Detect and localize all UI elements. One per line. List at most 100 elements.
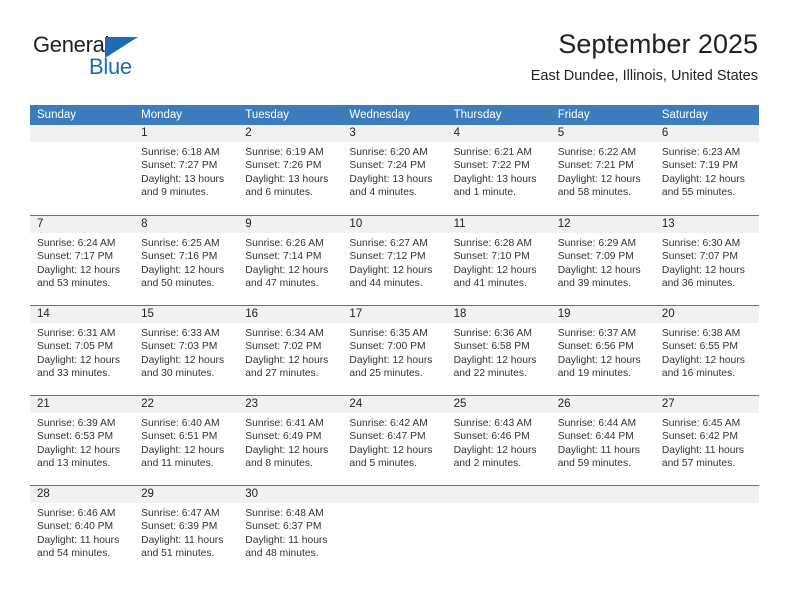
daylight-text-line1: Daylight: 12 hours [141, 354, 225, 366]
daylight-text-line1: Daylight: 11 hours [37, 534, 120, 546]
page-title: September 2025 [558, 29, 758, 59]
calendar-day-cell-empty [342, 486, 447, 575]
calendar-day-cell[interactable]: 4 Sunrise: 6:21 AM Sunset: 7:22 PM Daylight… [446, 125, 551, 215]
day-number: 26 [557, 398, 571, 410]
daylight-text-line2: and 33 minutes. [37, 368, 111, 380]
daylight-text-line2: and 54 minutes. [37, 548, 111, 560]
calendar-day-cell[interactable]: 13 Sunrise: 6:30 AM Sunset: 7:07 PM Dayligh… [654, 216, 759, 305]
day-details: Sunrise: 6:20 AM Sunset: 7:24 PM Daylight:… [342, 142, 446, 200]
sunset-text: Sunset: 6:42 PM [661, 431, 738, 443]
page-subtitle-location: East Dundee, Illinois, United States [530, 68, 758, 84]
sunset-text: Sunset: 6:37 PM [245, 521, 322, 533]
day-number-band: 20 [654, 306, 759, 323]
calendar-day-cell[interactable]: 1 Sunrise: 6:18 AM Sunset: 7:27 PM Daylight… [134, 125, 239, 215]
day-details: Sunrise: 6:18 AM Sunset: 7:27 PM Daylight:… [134, 142, 238, 200]
calendar-day-cell[interactable]: 27 Sunrise: 6:45 AM Sunset: 6:42 PM Dayligh… [654, 396, 759, 485]
calendar-day-cell[interactable]: 7 Sunrise: 6:24 AM Sunset: 7:17 PM Daylight… [30, 216, 135, 305]
calendar-day-cell[interactable]: 18 Sunrise: 6:36 AM Sunset: 6:58 PM Dayligh… [446, 306, 551, 395]
day-number: 13 [661, 218, 675, 230]
calendar-day-cell[interactable]: 21 Sunrise: 6:39 AM Sunset: 6:53 PM Dayligh… [30, 396, 135, 485]
day-details: Sunrise: 6:44 AM Sunset: 6:44 PM Daylight:… [551, 413, 655, 471]
calendar-day-cell[interactable]: 25 Sunrise: 6:43 AM Sunset: 6:46 PM Dayligh… [446, 396, 551, 485]
day-number: 11 [453, 218, 466, 230]
daylight-text-line2: and 55 minutes. [661, 187, 736, 199]
day-number-band: 23 [238, 396, 343, 413]
daylight-text-line1: Daylight: 12 hours [245, 264, 329, 276]
day-number: 15 [141, 308, 154, 320]
general-blue-logo[interactable]: General Blue [33, 33, 153, 79]
calendar-day-cell[interactable]: 10 Sunrise: 6:27 AM Sunset: 7:12 PM Dayligh… [342, 216, 447, 305]
calendar-day-cell[interactable]: 2 Sunrise: 6:19 AM Sunset: 7:26 PM Daylight… [238, 125, 343, 215]
day-number-band: 16 [238, 306, 343, 323]
day-details: Sunrise: 6:30 AM Sunset: 7:07 PM Daylight:… [655, 233, 759, 291]
day-number: 2 [245, 127, 252, 139]
day-number-band: 29 [134, 486, 239, 503]
sunset-text: Sunset: 7:05 PM [37, 341, 114, 353]
sunset-text: Sunset: 6:40 PM [37, 521, 114, 533]
calendar-day-cell[interactable]: 11 Sunrise: 6:28 AM Sunset: 7:10 PM Dayligh… [446, 216, 551, 305]
weekday-header-saturday: Saturday [661, 109, 708, 121]
calendar-day-cell[interactable]: 8 Sunrise: 6:25 AM Sunset: 7:16 PM Daylight… [134, 216, 239, 305]
daylight-text-line1: Daylight: 12 hours [37, 444, 120, 456]
day-details: Sunrise: 6:28 AM Sunset: 7:10 PM Daylight:… [447, 233, 551, 291]
daylight-text-line2: and 4 minutes. [349, 187, 417, 199]
calendar-week-inner: 21 Sunrise: 6:39 AM Sunset: 6:53 PM Dayligh… [30, 396, 759, 485]
day-number: 27 [661, 398, 675, 410]
daylight-text-line1: Daylight: 13 hours [349, 173, 433, 185]
day-number: 10 [349, 218, 363, 230]
sunrise-text: Sunrise: 6:34 AM [245, 328, 324, 339]
sunrise-text: Sunrise: 6:21 AM [453, 147, 532, 158]
sunset-text: Sunset: 7:14 PM [245, 251, 322, 263]
day-number-band: 8 [134, 216, 239, 233]
calendar-day-cell[interactable]: 26 Sunrise: 6:44 AM Sunset: 6:44 PM Dayligh… [550, 396, 655, 485]
sunrise-text: Sunrise: 6:48 AM [245, 508, 324, 519]
day-number-band: 21 [30, 396, 135, 413]
calendar-day-cell[interactable]: 17 Sunrise: 6:35 AM Sunset: 7:00 PM Dayligh… [342, 306, 447, 395]
day-number-band: 26 [550, 396, 655, 413]
day-number: 22 [141, 398, 154, 410]
calendar-day-cell[interactable]: 24 Sunrise: 6:42 AM Sunset: 6:47 PM Dayligh… [342, 396, 447, 485]
calendar-day-cell[interactable]: 19 Sunrise: 6:37 AM Sunset: 6:56 PM Dayligh… [550, 306, 655, 395]
calendar-day-cell[interactable]: 6 Sunrise: 6:23 AM Sunset: 7:19 PM Daylight… [654, 125, 759, 215]
calendar-day-cell[interactable]: 5 Sunrise: 6:22 AM Sunset: 7:21 PM Daylight… [550, 125, 655, 215]
calendar-day-cell[interactable]: 15 Sunrise: 6:33 AM Sunset: 7:03 PM Dayligh… [134, 306, 239, 395]
day-number-band: 4 [446, 125, 551, 142]
day-number: 21 [37, 398, 50, 410]
calendar-day-cell[interactable]: 14 Sunrise: 6:31 AM Sunset: 7:05 PM Dayligh… [30, 306, 135, 395]
calendar-day-cell[interactable]: 9 Sunrise: 6:26 AM Sunset: 7:14 PM Daylight… [238, 216, 343, 305]
day-details: Sunrise: 6:43 AM Sunset: 6:46 PM Daylight:… [447, 413, 551, 471]
calendar-day-cell[interactable]: 28 Sunrise: 6:46 AM Sunset: 6:40 PM Dayligh… [30, 486, 135, 575]
sunset-text: Sunset: 7:27 PM [141, 160, 218, 172]
calendar-day-cell[interactable]: 3 Sunrise: 6:20 AM Sunset: 7:24 PM Daylight… [342, 125, 447, 215]
day-number-band: 30 [238, 486, 343, 503]
daylight-text-line2: and 39 minutes. [557, 278, 631, 290]
day-number-band [30, 125, 135, 142]
logo-text-blue: Blue [89, 54, 132, 79]
daylight-text-line2: and 47 minutes. [245, 278, 319, 290]
daylight-text-line1: Daylight: 11 hours [661, 444, 745, 456]
day-details: Sunrise: 6:33 AM Sunset: 7:03 PM Daylight:… [134, 323, 238, 381]
calendar-day-cell-empty [30, 125, 135, 215]
calendar-day-cell[interactable]: 12 Sunrise: 6:29 AM Sunset: 7:09 PM Dayligh… [550, 216, 655, 305]
sunrise-text: Sunrise: 6:44 AM [557, 418, 637, 429]
day-details: Sunrise: 6:47 AM Sunset: 6:39 PM Daylight:… [134, 503, 238, 561]
calendar-day-cell[interactable]: 16 Sunrise: 6:34 AM Sunset: 7:02 PM Dayligh… [238, 306, 343, 395]
calendar-day-cell[interactable]: 20 Sunrise: 6:38 AM Sunset: 6:55 PM Dayligh… [654, 306, 759, 395]
sunrise-text: Sunrise: 6:47 AM [141, 508, 220, 519]
calendar-day-cell[interactable]: 22 Sunrise: 6:40 AM Sunset: 6:51 PM Dayligh… [134, 396, 239, 485]
sunset-text: Sunset: 6:58 PM [453, 341, 530, 353]
calendar-day-cell[interactable]: 30 Sunrise: 6:48 AM Sunset: 6:37 PM Dayligh… [238, 486, 343, 575]
day-number: 1 [141, 127, 148, 139]
day-number: 5 [557, 127, 565, 139]
day-number: 17 [349, 308, 363, 320]
day-details: Sunrise: 6:26 AM Sunset: 7:14 PM Daylight:… [238, 233, 342, 291]
daylight-text-line1: Daylight: 12 hours [349, 354, 433, 366]
day-details: Sunrise: 6:35 AM Sunset: 7:00 PM Daylight:… [342, 323, 446, 381]
calendar-day-cell[interactable]: 29 Sunrise: 6:47 AM Sunset: 6:39 PM Dayligh… [134, 486, 239, 575]
sunset-text: Sunset: 6:47 PM [349, 431, 426, 443]
daylight-text-line1: Daylight: 12 hours [349, 264, 433, 276]
calendar-day-cell[interactable]: 23 Sunrise: 6:41 AM Sunset: 6:49 PM Dayligh… [238, 396, 343, 485]
sunset-text: Sunset: 7:16 PM [141, 251, 218, 263]
sunrise-text: Sunrise: 6:30 AM [661, 238, 741, 249]
day-number-band: 19 [550, 306, 655, 323]
